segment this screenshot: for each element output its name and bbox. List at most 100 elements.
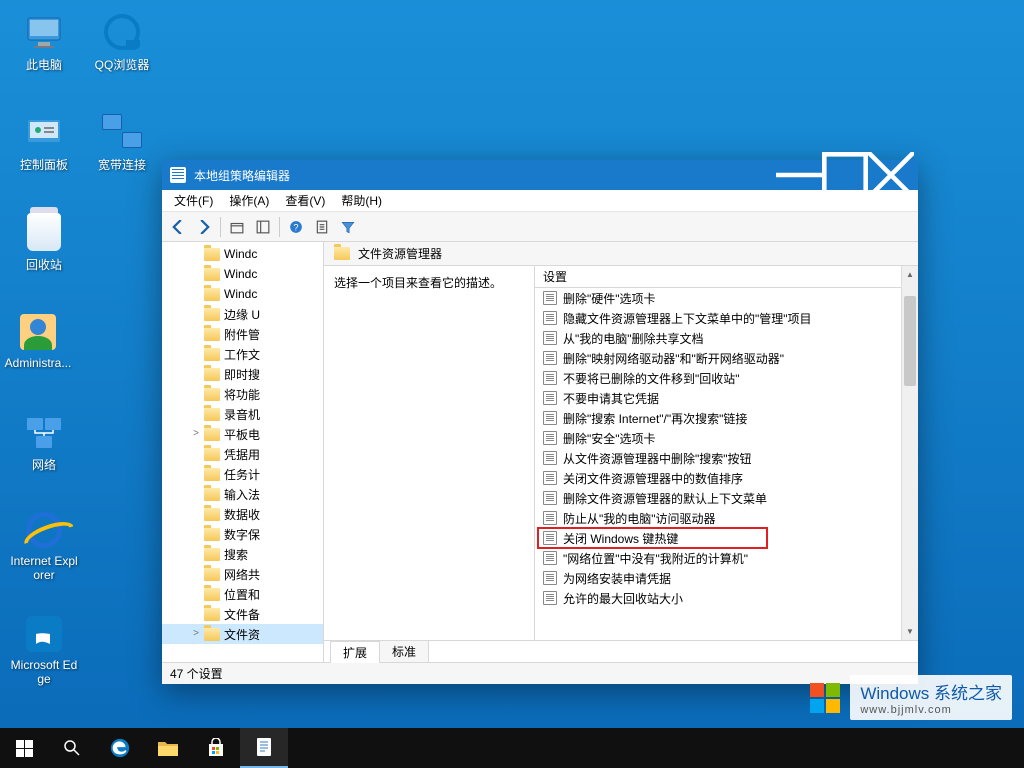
policy-item[interactable]: 删除文件资源管理器的默认上下文菜单 [535, 488, 918, 508]
tree-node[interactable]: Windc [162, 284, 323, 304]
maximize-button[interactable] [822, 160, 868, 190]
tree-node[interactable]: 数字保 [162, 524, 323, 544]
menu-item[interactable]: 查看(V) [277, 190, 333, 211]
tree-node[interactable]: 搜索 [162, 544, 323, 564]
column-header[interactable]: 设置 [535, 266, 918, 288]
policy-item[interactable]: 关闭文件资源管理器中的数值排序 [535, 468, 918, 488]
tab-extended[interactable]: 扩展 [330, 641, 380, 663]
minimize-button[interactable] [776, 160, 822, 190]
policy-icon [543, 451, 557, 465]
desktop-icon-conn[interactable]: 宽带连接 [86, 112, 158, 173]
forward-button[interactable] [192, 215, 216, 239]
policy-icon [543, 551, 557, 565]
tree-node[interactable]: 录音机 [162, 404, 323, 424]
app-icon [170, 167, 186, 183]
scroll-down-icon[interactable]: ▼ [902, 623, 918, 640]
policy-item[interactable]: 防止从"我的电脑"访问驱动器 [535, 508, 918, 528]
policy-icon [543, 331, 557, 345]
titlebar[interactable]: 本地组策略编辑器 [162, 160, 918, 190]
scroll-thumb[interactable] [904, 296, 916, 386]
tree-node[interactable]: 凭据用 [162, 444, 323, 464]
scrollbar[interactable]: ▲ ▼ [901, 266, 918, 640]
tab-standard[interactable]: 标准 [379, 640, 429, 662]
show-hide-tree-button[interactable] [251, 215, 275, 239]
close-button[interactable] [868, 160, 914, 190]
up-button[interactable] [225, 215, 249, 239]
policy-icon [543, 351, 557, 365]
desktop-icon-pc[interactable]: 此电脑 [8, 12, 80, 73]
desktop-icon-net[interactable]: 网络 [8, 412, 80, 473]
policy-item[interactable]: 不要将已删除的文件移到"回收站" [535, 368, 918, 388]
menu-item[interactable]: 文件(F) [166, 190, 221, 211]
search-button[interactable] [48, 728, 96, 768]
tree-node[interactable]: 附件管 [162, 324, 323, 344]
tree-node[interactable]: 网络共 [162, 564, 323, 584]
policy-item[interactable]: 隐藏文件资源管理器上下文菜单中的"管理"项目 [535, 308, 918, 328]
gpedit-window: 本地组策略编辑器 文件(F)操作(A)查看(V)帮助(H) ? WindcWin… [162, 160, 918, 684]
policy-icon [543, 311, 557, 325]
policy-item[interactable]: 从"我的电脑"删除共享文档 [535, 328, 918, 348]
policy-item[interactable]: 不要申请其它凭据 [535, 388, 918, 408]
policy-icon [543, 471, 557, 485]
description-hint: 选择一个项目来查看它的描述。 [334, 276, 502, 290]
svg-text:?: ? [293, 222, 298, 232]
desktop-icon-qq[interactable]: QQ浏览器 [86, 12, 158, 73]
desktop-icon-ie[interactable]: Internet Explorer [8, 510, 80, 582]
panel-header: 文件资源管理器 [324, 242, 918, 266]
policy-icon [543, 591, 557, 605]
tree-node[interactable]: 输入法 [162, 484, 323, 504]
policy-item[interactable]: 删除"映射网络驱动器"和"断开网络驱动器" [535, 348, 918, 368]
tree-node[interactable]: 任务计 [162, 464, 323, 484]
tree-node[interactable]: 将功能 [162, 384, 323, 404]
help-button[interactable]: ? [284, 215, 308, 239]
policy-icon [543, 531, 557, 545]
tree-node[interactable]: Windc [162, 264, 323, 284]
taskbar-explorer[interactable] [144, 728, 192, 768]
desktop-icon-admin[interactable]: Administra... [2, 312, 74, 370]
start-button[interactable] [0, 728, 48, 768]
filter-button[interactable] [336, 215, 360, 239]
window-title: 本地组策略编辑器 [194, 167, 290, 184]
taskbar [0, 728, 1024, 768]
desktop-icon-ctrl[interactable]: 控制面板 [8, 112, 80, 173]
scroll-up-icon[interactable]: ▲ [902, 266, 918, 283]
policy-item[interactable]: 删除"安全"选项卡 [535, 428, 918, 448]
tree-node[interactable]: >平板电 [162, 424, 323, 444]
policy-item[interactable]: "网络位置"中没有"我附近的计算机" [535, 548, 918, 568]
desktop-icon-edge[interactable]: Microsoft Edge [8, 614, 80, 686]
tree-node[interactable]: 文件备 [162, 604, 323, 624]
watermark: Windows 系统之家 www.bjjmlv.com [810, 675, 1012, 720]
tree-node[interactable]: >文件资 [162, 624, 323, 644]
settings-list-pane: 设置 删除"硬件"选项卡隐藏文件资源管理器上下文菜单中的"管理"项目从"我的电脑… [534, 266, 918, 640]
policy-item[interactable]: 允许的最大回收站大小 [535, 588, 918, 608]
policy-icon [543, 571, 557, 585]
tree-node[interactable]: 即时搜 [162, 364, 323, 384]
menu-item[interactable]: 操作(A) [221, 190, 277, 211]
view-tabs: 扩展 标准 [324, 640, 918, 662]
tree-node[interactable]: Windc [162, 244, 323, 264]
back-button[interactable] [166, 215, 190, 239]
folder-icon [334, 247, 350, 260]
policy-item[interactable]: 关闭 Windows 键热键 [535, 528, 918, 548]
tree-node[interactable]: 数据收 [162, 504, 323, 524]
policy-item[interactable]: 删除"搜索 Internet"/"再次搜索"链接 [535, 408, 918, 428]
menubar: 文件(F)操作(A)查看(V)帮助(H) [162, 190, 918, 212]
policy-icon [543, 291, 557, 305]
tree-pane[interactable]: WindcWindcWindc边缘 U附件管工作文即时搜将功能录音机>平板电凭据… [162, 242, 324, 662]
taskbar-store[interactable] [192, 728, 240, 768]
status-bar: 47 个设置 [162, 662, 918, 684]
taskbar-gpedit[interactable] [240, 728, 288, 768]
windows-logo-icon [810, 683, 840, 713]
desktop-icon-trash[interactable]: 回收站 [8, 212, 80, 273]
tree-node[interactable]: 边缘 U [162, 304, 323, 324]
panel-title: 文件资源管理器 [358, 245, 442, 262]
policy-item[interactable]: 删除"硬件"选项卡 [535, 288, 918, 308]
policy-item[interactable]: 为网络安装申请凭据 [535, 568, 918, 588]
properties-button[interactable] [310, 215, 334, 239]
policy-icon [543, 431, 557, 445]
menu-item[interactable]: 帮助(H) [333, 190, 390, 211]
tree-node[interactable]: 工作文 [162, 344, 323, 364]
tree-node[interactable]: 位置和 [162, 584, 323, 604]
policy-item[interactable]: 从文件资源管理器中删除"搜索"按钮 [535, 448, 918, 468]
taskbar-edge[interactable] [96, 728, 144, 768]
